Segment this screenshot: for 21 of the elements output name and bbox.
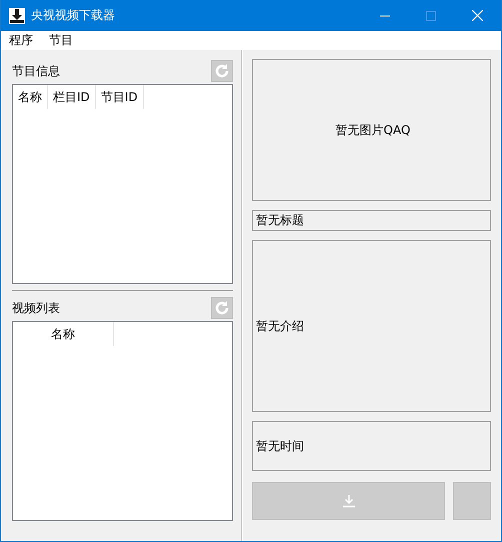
- section-label: 节目信息: [12, 63, 60, 80]
- close-icon[interactable]: [472, 10, 483, 21]
- intro-text: 暂无介绍: [252, 240, 491, 412]
- menu-item[interactable]: 节目: [49, 32, 73, 49]
- column-header[interactable]: 栏目ID: [48, 85, 96, 109]
- time-text: 暂无时间: [252, 421, 491, 471]
- refresh-icon: [214, 63, 230, 79]
- list-view[interactable]: 名称 栏目ID 节目ID: [12, 84, 233, 284]
- column-header[interactable]: 名称: [13, 322, 114, 346]
- download-icon: [342, 494, 356, 508]
- column-header[interactable]: 节目ID: [96, 85, 144, 109]
- list-view[interactable]: 名称: [12, 321, 233, 521]
- window-title: 央视视频下载器: [31, 7, 115, 24]
- maximize-icon[interactable]: [426, 10, 436, 20]
- image-placeholder-text: 暂无图片QAQ: [336, 122, 410, 138]
- section-label: 视频列表: [12, 300, 60, 317]
- download-icon: [9, 8, 25, 24]
- menu-item[interactable]: 程序: [9, 32, 33, 49]
- title-text: 暂无标题: [252, 210, 491, 231]
- refresh-icon: [214, 300, 230, 316]
- column-header[interactable]: 名称: [13, 85, 48, 109]
